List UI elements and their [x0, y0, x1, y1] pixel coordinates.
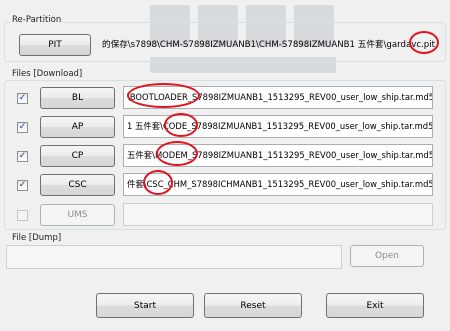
csc-path-prefix: 件套\: [127, 179, 147, 189]
file-dump-title: File [Dump]: [10, 233, 64, 243]
csc-path-suffix: _CHM_S7898ICHMANB1_1513295_REV00_user_lo…: [163, 179, 433, 189]
ums-path-field[interactable]: [123, 203, 433, 226]
csc-path-highlight: CSC: [146, 179, 164, 189]
cp-checkbox[interactable]: ✓: [17, 151, 28, 162]
bl-button[interactable]: BL: [40, 87, 115, 109]
bl-path-highlight: BOOTLOADER: [129, 92, 188, 102]
check-mark-icon: ✓: [18, 180, 27, 190]
bl-path-field[interactable]: \BOOTLOADER_S7898IZMUANB1_1513295_REV00_…: [123, 86, 433, 109]
ap-path-highlight: CODE: [162, 121, 188, 131]
open-button[interactable]: Open: [350, 245, 424, 267]
bl-checkbox[interactable]: ✓: [17, 93, 28, 104]
pit-button[interactable]: PIT: [19, 34, 91, 56]
ap-path-field[interactable]: 1 五件套\CODE_S7898IZMUANB1_1513295_REV00_u…: [123, 115, 433, 138]
check-mark-icon: ✓: [18, 122, 27, 132]
ap-checkbox[interactable]: ✓: [17, 122, 28, 133]
cp-path-prefix: 五件套\: [127, 150, 155, 160]
dump-path-field[interactable]: [6, 245, 342, 269]
csc-checkbox[interactable]: ✓: [17, 180, 28, 191]
reset-button[interactable]: Reset: [204, 293, 302, 318]
ap-button[interactable]: AP: [40, 116, 115, 138]
csc-path-field[interactable]: 件套\CSC_CHM_S7898ICHMANB1_1513295_REV00_u…: [123, 173, 433, 196]
exit-button[interactable]: Exit: [326, 293, 424, 318]
files-download-title: Files [Download]: [10, 69, 85, 79]
pit-path[interactable]: 的保存\s7898\CHM-S7898IZMUANB1\CHM-S7898IZM…: [102, 36, 442, 54]
ums-checkbox[interactable]: [17, 210, 28, 221]
check-mark-icon: ✓: [18, 151, 27, 161]
pit-path-text: 的保存\s7898\CHM-S7898IZMUANB1\CHM-S7898IZM…: [102, 40, 417, 50]
csc-button[interactable]: CSC: [40, 174, 115, 196]
pit-path-highlight: c.pit: [416, 40, 436, 50]
ums-button[interactable]: UMS: [40, 204, 115, 226]
repartition-title: Re-Partition: [10, 15, 64, 25]
cp-path-suffix: _S7898IZMUANB1_1513295_REV00_user_low_sh…: [187, 150, 433, 160]
cp-path-field[interactable]: 五件套\MODEM_S7898IZMUANB1_1513295_REV00_us…: [123, 144, 433, 167]
ap-path-prefix: 1 五件套\: [127, 121, 163, 131]
ap-path-suffix: _S7898IZMUANB1_1513295_REV00_user_low_sh…: [187, 121, 433, 131]
start-button[interactable]: Start: [96, 293, 194, 318]
cp-button[interactable]: CP: [40, 145, 115, 167]
check-mark-icon: ✓: [18, 93, 27, 103]
cp-path-highlight: MODEM: [154, 150, 188, 160]
bl-path-suffix: _S7898IZMUANB1_1513295_REV00_user_low_sh…: [187, 92, 433, 102]
